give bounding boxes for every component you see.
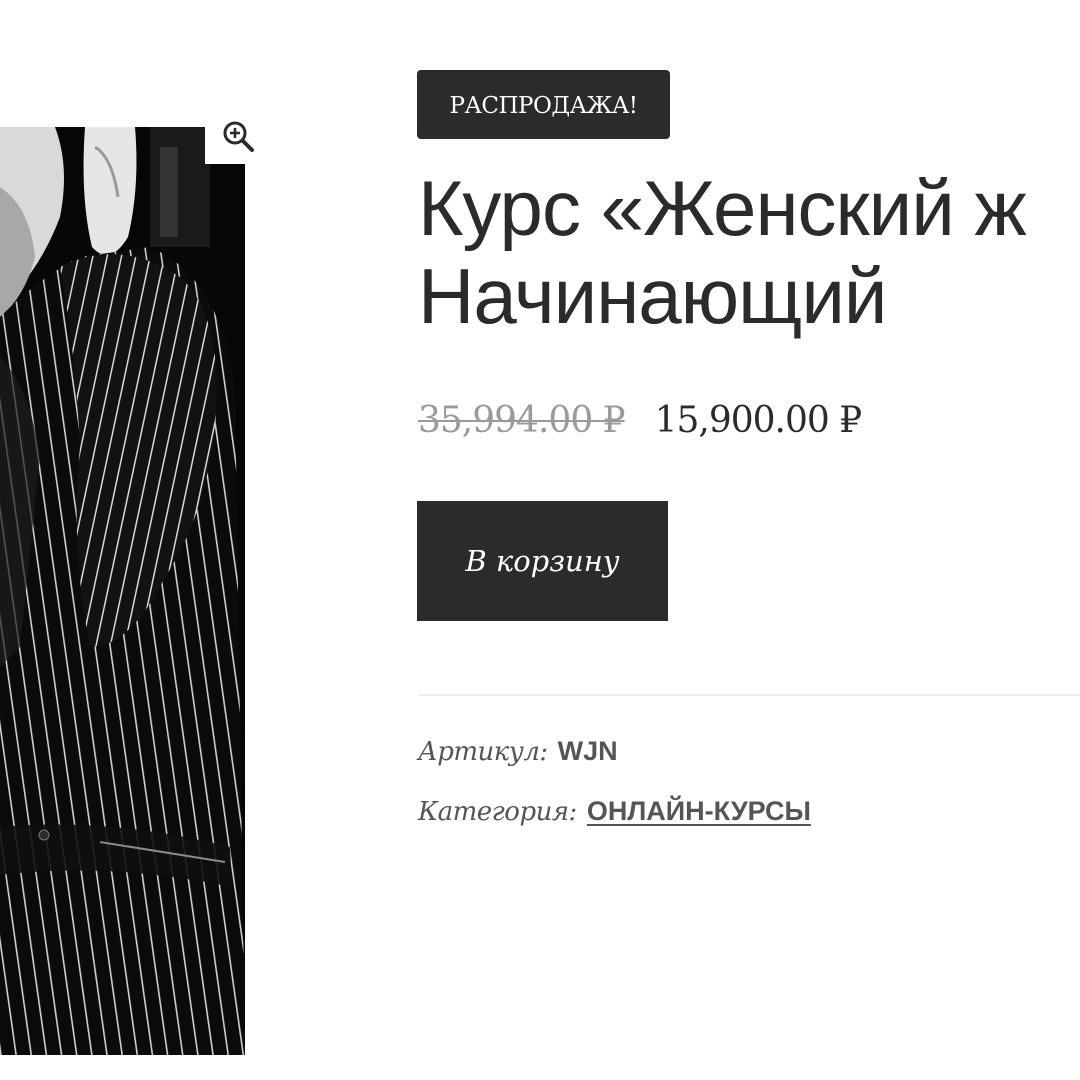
sku-row: Артикул: WJN	[418, 736, 618, 767]
sale-badge: РАСПРОДАЖА!	[417, 70, 670, 139]
product-title-line-2: Начинающий	[418, 252, 887, 340]
category-row: Категория: ОНЛАЙН-КУРСЫ	[418, 796, 811, 827]
regular-price: 35,994.00 ₽	[418, 400, 626, 441]
product-title-line-1: Курс «Женский ж	[418, 164, 1027, 252]
zoom-button[interactable]	[205, 108, 271, 164]
sale-price: 15,900.00 ₽	[654, 400, 863, 441]
sku-label: Артикул:	[418, 737, 548, 767]
divider	[418, 694, 1080, 696]
category-link[interactable]: ОНЛАЙН-КУРСЫ	[587, 796, 811, 827]
zoom-in-icon	[223, 121, 254, 152]
product-title: Курс «Женский ж Начинающий	[418, 164, 1080, 340]
category-label: Категория:	[418, 797, 577, 827]
product-image[interactable]	[0, 127, 245, 1055]
add-to-cart-button[interactable]: В корзину	[417, 501, 668, 621]
sku-value: WJN	[557, 736, 618, 766]
price: 35,994.00 ₽ 15,900.00 ₽	[418, 400, 863, 441]
product-photo	[0, 127, 245, 1055]
